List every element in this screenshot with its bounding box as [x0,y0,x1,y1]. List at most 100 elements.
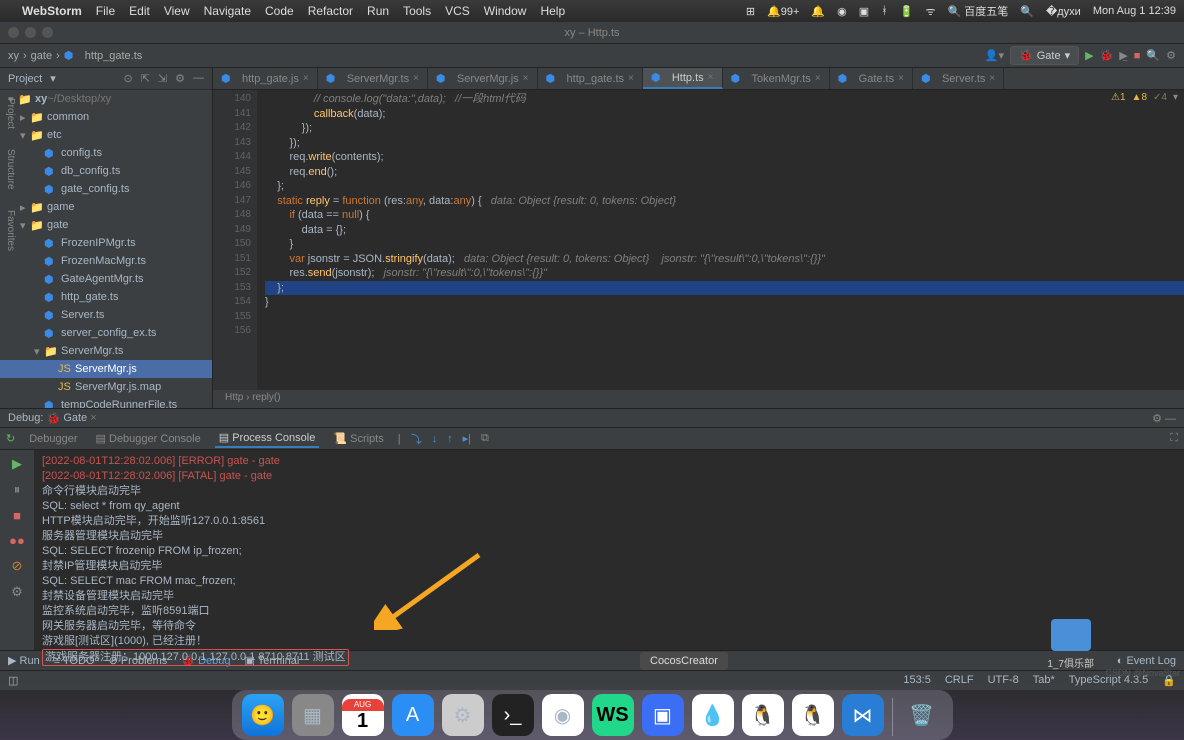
tree-item[interactable]: ▾📁etc [0,126,212,144]
notif-badge[interactable]: 🔔99+ [767,5,799,18]
search-icon[interactable]: 🔍 [1146,49,1160,62]
rerun-icon[interactable]: ↻ [6,432,15,445]
run-to-cursor-icon[interactable]: ▸| [463,432,471,445]
step-out-icon[interactable]: ↑ [447,433,453,445]
menu-file[interactable]: File [96,4,115,18]
terminal-icon[interactable]: ›_ [492,694,534,736]
nav-path[interactable]: Http › reply() [213,390,1184,408]
editor-tab[interactable]: ⬢TokenMgr.ts × [723,68,830,89]
left-tool-tabs[interactable]: ProjectStructureFavorites [0,68,16,251]
editor-tab[interactable]: ⬢Gate.ts × [830,68,913,89]
bell-icon[interactable]: 🔔 [811,5,825,18]
tab-debugger[interactable]: Debugger [25,431,81,447]
run-config-selector[interactable]: 🐞Gate ▾ [1010,46,1079,65]
qq-icon[interactable]: 🐧 [792,694,834,736]
gear-icon[interactable]: ⚙ [1152,413,1162,425]
bluetooth-icon[interactable]: ᚼ [881,5,888,17]
debug-icon[interactable]: 🐞 [1100,49,1114,62]
breadcrumb-item[interactable]: xy [8,50,19,62]
stop-icon[interactable]: ■ [1134,50,1141,62]
tray-icon[interactable]: ⊞ [746,5,755,18]
tree-item[interactable]: ⬢http_gate.ts [0,288,212,306]
tree-item[interactable]: ⬢server_config_ex.ts [0,324,212,342]
menu-code[interactable]: Code [265,4,294,18]
tree-item[interactable]: ⬢gate_config.ts [0,180,212,198]
tab-scripts[interactable]: 📜 Scripts [329,430,387,447]
vscode-icon[interactable]: ⋈ [842,694,884,736]
desktop-folder[interactable]: 1_7俱乐部 [1047,619,1094,670]
view-breakpoints-icon[interactable]: ●● [9,533,25,548]
tree-item[interactable]: ▾📁ServerMgr.ts [0,342,212,360]
tray-icon[interactable]: ◉ [837,5,847,18]
qq-icon[interactable]: 🐧 [742,694,784,736]
chrome-icon[interactable]: ◉ [542,694,584,736]
editor-tab[interactable]: ⬢ServerMgr.js × [428,68,538,89]
tab-process-console[interactable]: ▤ Process Console [215,429,320,448]
tree-item[interactable]: ⬢FrozenMacMgr.ts [0,252,212,270]
step-over-icon[interactable]: ⤵ [411,431,422,447]
editor-tab[interactable]: ⬢Server.ts × [913,68,1004,89]
webstorm-icon[interactable]: WS [592,694,634,736]
launchpad-icon[interactable]: ▦ [292,694,334,736]
search-icon[interactable]: 🔍 [1020,5,1034,18]
control-center-icon[interactable]: �духи [1046,5,1081,18]
line-gutter[interactable]: 1401411421431441451461471481491501511521… [213,90,257,390]
menu-navigate[interactable]: Navigate [204,4,251,18]
editor-tab[interactable]: ⬢http_gate.ts × [538,68,643,89]
select-opened-icon[interactable]: ⊙ [123,72,132,85]
breadcrumb-item[interactable]: http_gate.ts [85,50,143,62]
code-editor[interactable]: // console.log("data:",data); //一段html代码… [257,90,1184,390]
console-output[interactable]: [2022-08-01T12:28:02.006] [ERROR] gate -… [34,450,1184,650]
finder-icon[interactable]: 🙂 [242,694,284,736]
menu-edit[interactable]: Edit [129,4,150,18]
trash-icon[interactable]: 🗑️ [901,694,943,736]
tree-item[interactable]: ⬢config.ts [0,144,212,162]
menu-tools[interactable]: Tools [403,4,431,18]
expand-icon[interactable]: ⇱ [141,72,150,85]
mute-breakpoints-icon[interactable]: ⊘ [12,558,23,574]
evaluate-icon[interactable]: ⧉ [481,432,489,445]
tray-icon[interactable]: ▣ [859,5,869,18]
run-icon[interactable]: ▶ [1085,49,1093,62]
tree-item[interactable]: JSServerMgr.js [0,360,212,378]
editor-inspections[interactable]: ⚠1▲8✓4 ▾ [1111,92,1178,103]
project-tree[interactable]: ▾📁xy ~/Desktop/xy▸📁common▾📁etc ⬢config.t… [0,90,212,408]
editor-tab[interactable]: ⬢http_gate.js × [213,68,318,89]
run-tool[interactable]: ▶ Run [8,654,40,667]
appstore-icon[interactable]: A [392,694,434,736]
resume-icon[interactable]: ▶ [12,456,22,472]
settings-icon[interactable]: ⚙ [442,694,484,736]
stop-icon[interactable]: ■ [13,508,21,523]
close-icon[interactable]: × [90,412,96,424]
run-coverage-icon[interactable]: ▶̤ [1119,49,1127,62]
editor-tabs[interactable]: ⬢http_gate.js ×⬢ServerMgr.ts ×⬢ServerMgr… [213,68,1184,90]
wifi-icon[interactable]: ᯤ [925,4,935,19]
tree-item[interactable]: ▸📁game [0,198,212,216]
menu-run[interactable]: Run [367,4,389,18]
gear-icon[interactable]: ⚙ [175,72,185,85]
hide-icon[interactable]: — [193,72,204,85]
tree-item[interactable]: ⬢db_config.ts [0,162,212,180]
minimize-icon[interactable] [25,27,36,38]
editor-tab[interactable]: ⬢ServerMgr.ts × [318,68,428,89]
menu-refactor[interactable]: Refactor [308,4,353,18]
cocoscreator-icon[interactable]: ▣ [642,694,684,736]
calendar-icon[interactable]: AUG1 [342,694,384,736]
app-name[interactable]: WebStorm [22,4,82,18]
menu-vcs[interactable]: VCS [445,4,470,18]
tree-item[interactable]: JSServerMgr.js.map [0,378,212,396]
ime-indicator[interactable]: 🔍 百度五笔 [948,3,1009,19]
tree-item[interactable]: ⬢tempCodeRunnerFile.ts [0,396,212,408]
editor-tab[interactable]: ⬢Http.ts × [643,68,723,89]
menu-help[interactable]: Help [540,4,565,18]
tree-item[interactable]: ▸📁common [0,108,212,126]
tree-item[interactable]: ⬢FrozenIPMgr.ts [0,234,212,252]
pause-icon[interactable]: ⏸ [14,482,21,498]
tree-item[interactable]: ▾📁gate [0,216,212,234]
debug-config-name[interactable]: Gate [63,412,87,424]
gear-icon[interactable]: ⚙ [1166,49,1176,62]
user-icon[interactable]: 👤▾ [985,49,1004,62]
app-icon[interactable]: 💧 [692,694,734,736]
collapse-icon[interactable]: ⇲ [158,72,167,85]
tree-item[interactable]: ⬢GateAgentMgr.ts [0,270,212,288]
